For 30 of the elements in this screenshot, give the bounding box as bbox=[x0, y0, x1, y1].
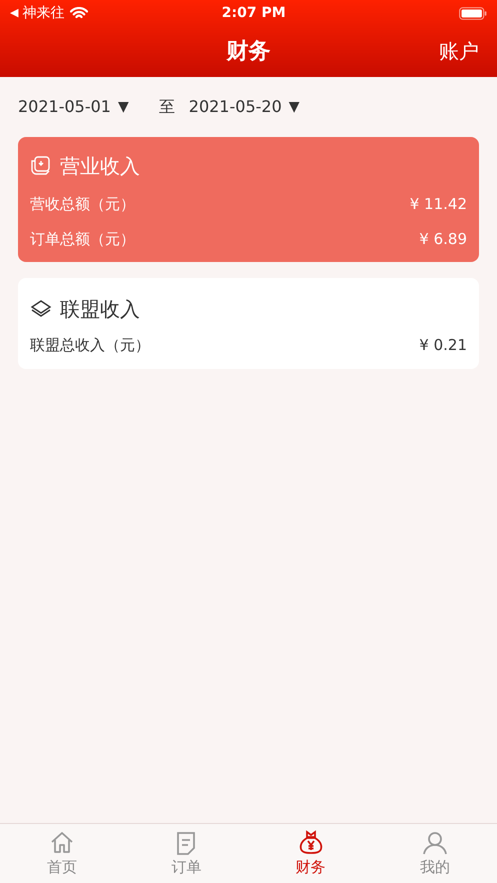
end-date[interactable]: 2021-05-20 bbox=[188, 95, 282, 119]
shop-icon bbox=[30, 155, 52, 177]
amount-value: ¥ 11.42 bbox=[410, 194, 467, 215]
tab-button[interactable]: 我的 bbox=[372, 824, 497, 883]
carrier-name: 神来往 bbox=[22, 4, 64, 22]
tab-button[interactable]: 首页 bbox=[0, 824, 124, 883]
card-title: 联盟收入 bbox=[60, 296, 140, 323]
start-date[interactable]: 2021-05-01 bbox=[18, 95, 111, 119]
battery-icon bbox=[459, 6, 487, 20]
page-title: 财务 bbox=[226, 38, 270, 66]
back-arrow[interactable]: ◀ bbox=[10, 4, 18, 22]
amount-value: ¥ 0.21 bbox=[419, 335, 467, 356]
caret-icon[interactable]: ▼ bbox=[288, 96, 300, 118]
tab-button[interactable]: 财务 bbox=[248, 824, 373, 883]
range-separator: 至 bbox=[158, 96, 175, 118]
account-button[interactable]: 账户 bbox=[439, 36, 479, 66]
amount-label: 营收总额（元） bbox=[30, 194, 135, 215]
wifi-icon bbox=[70, 6, 88, 20]
clock-time: 2:07 PM bbox=[222, 4, 286, 20]
caret-icon[interactable]: ▼ bbox=[118, 96, 129, 118]
home-icon bbox=[49, 830, 76, 856]
tab-button[interactable]: 订单 bbox=[124, 824, 248, 883]
income-card[interactable]: 营业收入 营收总额（元） ¥ 11.42 订单总额（元） ¥ 6.89 bbox=[18, 137, 479, 262]
amount-value: ¥ 6.89 bbox=[419, 228, 467, 250]
amount-label: 联盟总收入（元） bbox=[30, 335, 150, 356]
income-card[interactable]: 联盟收入 联盟总收入（元） ¥ 0.21 bbox=[18, 278, 479, 368]
person-icon bbox=[422, 830, 448, 856]
card-title: 营业收入 bbox=[60, 153, 140, 180]
money-bag-icon bbox=[298, 830, 324, 856]
amount-label: 订单总额（元） bbox=[30, 228, 135, 250]
